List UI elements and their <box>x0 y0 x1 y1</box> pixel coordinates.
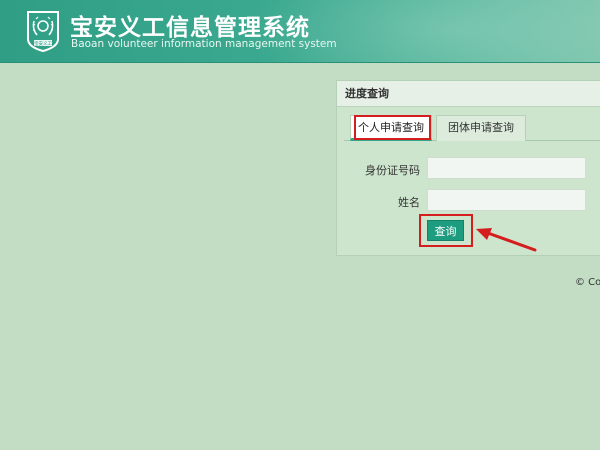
logo-text: 宝安义工 <box>34 40 52 47</box>
copyright-text: © Cop <box>575 277 600 288</box>
id-number-input[interactable] <box>427 157 586 179</box>
tab-group-query[interactable]: 团体申请查询 <box>436 115 526 141</box>
volunteer-logo-icon: 宝安义工 <box>27 11 59 53</box>
name-input[interactable] <box>427 189 586 211</box>
panel-title: 进度查询 <box>337 81 600 107</box>
red-arrow-icon <box>476 228 537 252</box>
system-title: 宝安义工信息管理系统 <box>70 15 310 41</box>
app-header: 宝安义工 宝安义工信息管理系统 Baoan volunteer informat… <box>0 0 600 63</box>
id-number-label: 身份证号码 <box>365 164 420 177</box>
button-highlight-box <box>419 214 473 247</box>
tab-highlight-box <box>354 115 431 140</box>
system-subtitle: Baoan volunteer information management s… <box>71 38 337 50</box>
name-label: 姓名 <box>398 196 420 209</box>
